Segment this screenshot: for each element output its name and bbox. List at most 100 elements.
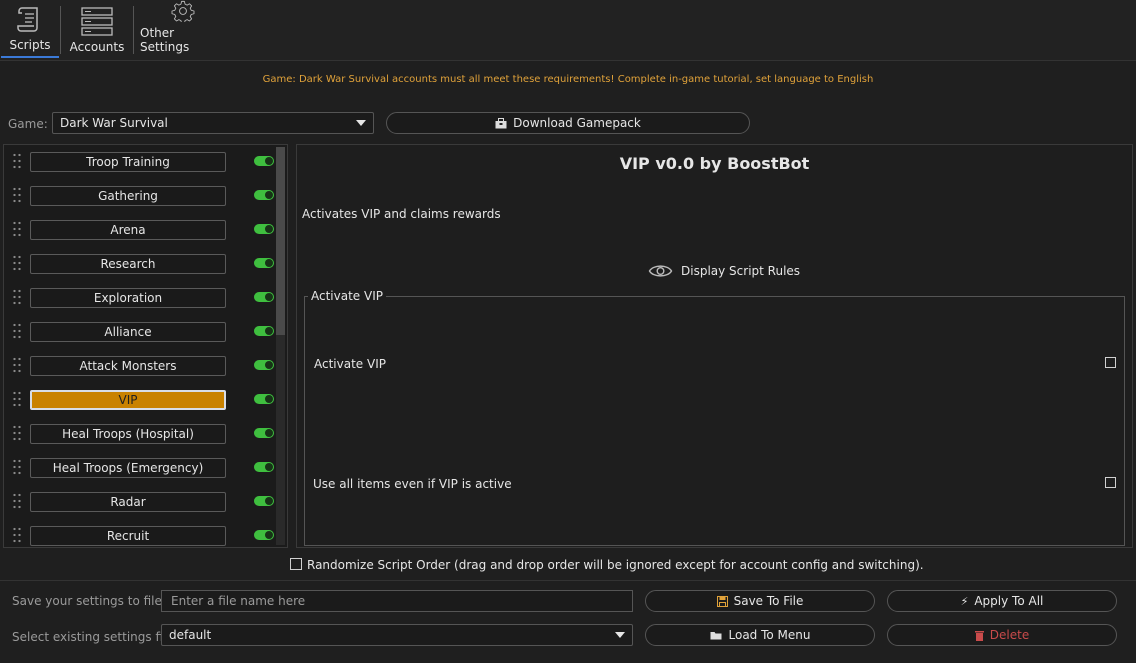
drag-handle-icon[interactable] [12,152,22,170]
apply-to-all-button[interactable]: ⚡ Apply To All [887,590,1117,612]
randomize-label: Randomize Script Order (drag and drop or… [307,558,924,572]
chevron-down-icon [615,632,625,638]
load-to-menu-label: Load To Menu [728,628,811,642]
list-item: Troop Training [4,145,284,179]
activate-vip-group [304,296,1125,546]
game-label: Game: [8,117,48,131]
list-item: Heal Troops (Hospital) [4,417,284,451]
tab-label: Accounts [69,40,125,54]
drag-handle-icon[interactable] [12,254,22,272]
script-toggle[interactable] [254,190,274,200]
file-name-input[interactable] [169,593,632,609]
script-button-heal-troops-hospital[interactable]: Heal Troops (Hospital) [30,424,226,444]
list-item: VIP [4,383,284,417]
list-item: Exploration [4,281,284,315]
tab-accounts[interactable]: Accounts [66,0,128,58]
list-item: Research [4,247,284,281]
display-script-rules-button[interactable]: Display Script Rules [648,262,800,280]
trash-icon [974,630,984,641]
drag-handle-icon[interactable] [12,492,22,510]
drag-handle-icon[interactable] [12,356,22,374]
drag-handle-icon[interactable] [12,390,22,408]
save-to-file-button[interactable]: Save To File [645,590,875,612]
display-script-rules-label: Display Script Rules [681,264,801,278]
requirements-notice: Game: Dark War Survival accounts must al… [262,74,874,85]
script-button-attack-monsters[interactable]: Attack Monsters [30,356,226,376]
script-button-research[interactable]: Research [30,254,226,274]
randomize-checkbox[interactable] [290,558,302,570]
save-to-file-label: Save To File [733,594,804,608]
list-item: Recruit [4,519,284,547]
script-button-troop-training[interactable]: Troop Training [30,152,226,172]
scroll-icon [17,7,38,32]
script-button-recruit[interactable]: Recruit [30,526,226,546]
script-toggle[interactable] [254,156,274,166]
drag-handle-icon[interactable] [12,220,22,238]
download-gamepack-button[interactable]: Download Gamepack [386,112,750,134]
script-description: Activates VIP and claims rewards [302,207,501,221]
script-toggle[interactable] [254,258,274,268]
use-all-items-checkbox[interactable] [1105,477,1116,488]
load-to-menu-button[interactable]: Load To Menu [645,624,875,646]
script-toggle[interactable] [254,428,274,438]
script-toggle[interactable] [254,360,274,370]
script-toggle[interactable] [254,224,274,234]
chevron-down-icon [356,120,366,126]
script-button-alliance[interactable]: Alliance [30,322,226,342]
apply-to-all-label: Apply To All [974,594,1044,608]
script-button-vip[interactable]: VIP [30,390,226,410]
tab-divider [133,6,134,54]
list-item: Alliance [4,315,284,349]
tab-other-settings[interactable]: Other Settings [140,0,226,58]
drag-handle-icon[interactable] [12,458,22,476]
list-item: Arena [4,213,284,247]
script-toggle[interactable] [254,530,274,540]
script-title: VIP v0.0 by BoostBot [619,154,810,173]
list-item: Heal Troops (Emergency) [4,451,284,485]
list-item: Radar [4,485,284,519]
tab-label: Scripts [9,38,51,52]
download-gamepack-label: Download Gamepack [513,116,641,130]
eye-icon [648,265,673,277]
server-icon [81,7,113,36]
game-select-value: Dark War Survival [60,116,168,130]
script-toggle[interactable] [254,326,274,336]
save-settings-label: Save your settings to file [12,594,162,608]
group-title: Activate VIP [308,289,386,303]
divider [0,580,1136,581]
script-button-radar[interactable]: Radar [30,492,226,512]
script-button-heal-troops-emergency[interactable]: Heal Troops (Emergency) [30,458,226,478]
tab-scripts[interactable]: Scripts [1,0,59,58]
script-toggle[interactable] [254,292,274,302]
script-list: Troop Training Gathering Arena Research … [3,144,288,548]
drag-handle-icon[interactable] [12,526,22,544]
game-select[interactable]: Dark War Survival [52,112,374,134]
option-label-activate-vip: Activate VIP [314,357,386,371]
drag-handle-icon[interactable] [12,186,22,204]
script-toggle[interactable] [254,496,274,506]
script-list-scroll-thumb[interactable] [276,147,285,335]
settings-file-select[interactable]: default [161,624,633,646]
settings-file-value: default [169,628,212,642]
script-button-exploration[interactable]: Exploration [30,288,226,308]
lightning-icon: ⚡ [960,594,969,608]
load-settings-label: Select existing settings file [12,630,174,644]
drag-handle-icon[interactable] [12,424,22,442]
file-name-input-wrapper [161,590,633,612]
activate-vip-checkbox[interactable] [1105,357,1116,368]
script-button-gathering[interactable]: Gathering [30,186,226,206]
script-button-arena[interactable]: Arena [30,220,226,240]
option-label-use-all-items: Use all items even if VIP is active [313,477,512,491]
package-icon [495,117,507,128]
save-icon [716,595,728,607]
script-toggle[interactable] [254,462,274,472]
drag-handle-icon[interactable] [12,322,22,340]
list-item: Attack Monsters [4,349,284,383]
drag-handle-icon[interactable] [12,288,22,306]
tab-divider [60,6,61,54]
tab-label: Other Settings [140,26,190,54]
delete-button[interactable]: Delete [887,624,1117,646]
folder-icon [710,632,721,640]
script-toggle[interactable] [254,394,274,404]
gear-icon [171,0,195,22]
